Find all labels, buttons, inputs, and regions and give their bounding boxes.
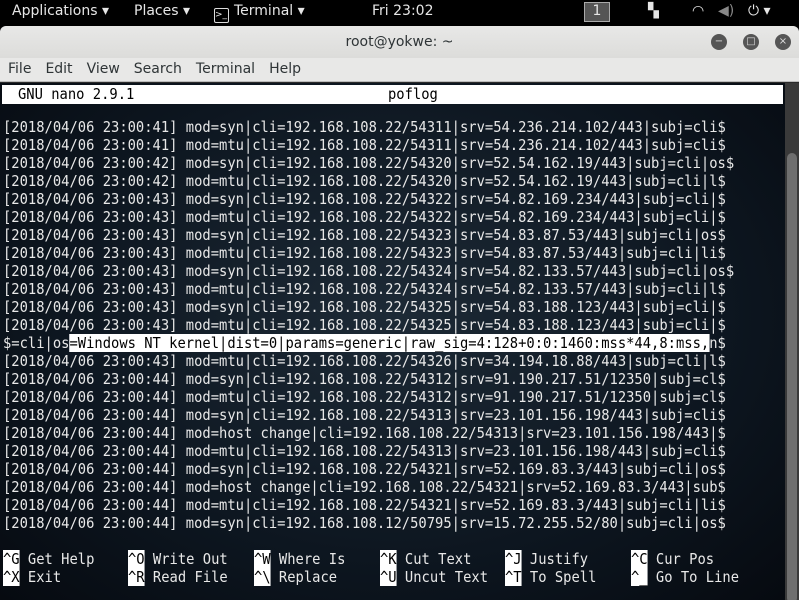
shortcut-label: Read File: [152, 568, 228, 586]
minimize-button[interactable]: −: [711, 34, 727, 50]
log-line: [2018/04/06 23:00:41] mod=mtu|cli=192.16…: [3, 136, 726, 154]
terminal-icon: >_: [214, 8, 229, 23]
shortcut-item[interactable]: ^C Cur Pos: [631, 550, 714, 568]
log-line: [2018/04/06 23:00:43] mod=syn|cli=192.16…: [3, 226, 726, 244]
log-line: [2018/04/06 23:00:43] mod=mtu|cli=192.16…: [3, 316, 726, 334]
selected-text[interactable]: =Windows NT kernel|dist=0|params=generic…: [69, 334, 709, 352]
shortcut-key: ^R: [128, 568, 145, 586]
shortcut-key: ^J: [505, 550, 522, 568]
wifi-icon[interactable]: ◠: [692, 3, 704, 19]
shortcut-key: ^U: [380, 568, 397, 586]
shortcut-item[interactable]: ^T To Spell: [505, 568, 596, 586]
log-line: [2018/04/06 23:00:44] mod=syn|cli=192.16…: [3, 370, 726, 388]
line-prefix: $=cli|os: [3, 334, 70, 352]
log-line: [2018/04/06 23:00:44] mod=host change|cl…: [3, 478, 726, 496]
menu-edit[interactable]: Edit: [37, 58, 78, 77]
log-line: [2018/04/06 23:00:44] mod=host change|cl…: [3, 424, 726, 442]
maximize-button[interactable]: □: [743, 34, 759, 50]
places-menu[interactable]: Places ▾: [134, 3, 190, 19]
shortcut-item[interactable]: ^_ Go To Line: [631, 568, 739, 586]
shortcut-item[interactable]: ^W Where Is: [254, 550, 345, 568]
log-line: [2018/04/06 23:00:44] mod=syn|cli=192.16…: [3, 406, 726, 424]
log-line: [2018/04/06 23:00:43] mod=mtu|cli=192.16…: [3, 280, 726, 298]
log-line: [2018/04/06 23:00:42] mod=syn|cli=192.16…: [3, 154, 735, 172]
shortcut-key: ^W: [254, 550, 271, 568]
log-line: [2018/04/06 23:00:43] mod=syn|cli=192.16…: [3, 298, 726, 316]
shortcut-key: ^\: [254, 568, 271, 586]
shortcut-key: ^X: [3, 568, 20, 586]
shortcut-item[interactable]: ^G Get Help: [3, 550, 94, 568]
shortcut-item[interactable]: ^X Exit: [3, 568, 61, 586]
log-line: [2018/04/06 23:00:44] mod=mtu|cli=192.16…: [3, 388, 726, 406]
shortcut-item[interactable]: ^J Justify: [505, 550, 588, 568]
scrollbar-thumb[interactable]: [787, 153, 797, 600]
log-line: [2018/04/06 23:00:41] mod=syn|cli=192.16…: [3, 118, 726, 136]
log-line: [2018/04/06 23:00:42] mod=mtu|cli=192.16…: [3, 172, 726, 190]
terminal-window: root@yokwe: ~ − □ × File Edit View Search Te…: [0, 26, 799, 600]
shortcut-label: Where Is: [278, 550, 346, 568]
menu-terminal[interactable]: Terminal: [188, 58, 261, 77]
terminal-app-label: Terminal ▾: [234, 3, 305, 19]
volume-icon[interactable]: ◀): [718, 3, 734, 19]
terminal-app-menu[interactable]: >_ Terminal ▾: [214, 3, 305, 23]
shortcut-item[interactable]: ^O Write Out: [128, 550, 228, 568]
nano-version: GNU nano 2.9.1: [18, 85, 135, 103]
power-icon[interactable]: ⏻ ▾: [748, 3, 771, 19]
shortcut-key: ^T: [505, 568, 522, 586]
log-line-highlighted: $=cli|os=Windows NT kernel|dist=0|params…: [3, 334, 726, 352]
line-suffix: n$: [709, 334, 726, 352]
log-line: [2018/04/06 23:00:44] mod=syn|cli=192.16…: [3, 460, 726, 478]
workspace-indicator[interactable]: 1: [584, 2, 610, 22]
shortcut-key: ^K: [380, 550, 397, 568]
shortcut-key: ^C: [631, 550, 648, 568]
shortcut-item[interactable]: ^\ Replace: [254, 568, 337, 586]
log-line: [2018/04/06 23:00:44] mod=syn|cli=192.16…: [3, 514, 726, 532]
title-bar: root@yokwe: ~ − □ ×: [0, 26, 799, 58]
clock[interactable]: Fri 23:02: [372, 3, 433, 19]
shortcut-key: ^_: [631, 568, 648, 586]
shortcut-key: ^G: [3, 550, 20, 568]
top-panel: Applications ▾ Places ▾ >_ Terminal ▾ Fri…: [0, 0, 799, 24]
shortcut-label: Exit: [27, 568, 62, 586]
nano-header: GNU nano 2.9.1 poflog: [2, 85, 783, 104]
close-button[interactable]: ×: [775, 34, 791, 50]
shortcut-item[interactable]: ^U Uncut Text: [380, 568, 488, 586]
nano-filename: poflog: [388, 85, 438, 103]
menu-view[interactable]: View: [79, 58, 126, 77]
log-line: [2018/04/06 23:00:43] mod=mtu|cli=192.16…: [3, 208, 726, 226]
shortcut-label: Cut Text: [404, 550, 472, 568]
shortcut-label: Get Help: [27, 550, 95, 568]
menu-help[interactable]: Help: [261, 58, 307, 77]
shortcut-label: To Spell: [529, 568, 597, 586]
shortcut-label: Write Out: [152, 550, 228, 568]
log-line: [2018/04/06 23:00:43] mod=syn|cli=192.16…: [3, 262, 735, 280]
shortcut-item[interactable]: ^K Cut Text: [380, 550, 471, 568]
applications-menu[interactable]: Applications ▾: [12, 3, 109, 19]
log-line: [2018/04/06 23:00:43] mod=syn|cli=192.16…: [3, 190, 726, 208]
log-line: [2018/04/06 23:00:44] mod=mtu|cli=192.16…: [3, 442, 726, 460]
log-line: [2018/04/06 23:00:43] mod=mtu|cli=192.16…: [3, 244, 726, 262]
scrollbar[interactable]: [785, 83, 799, 600]
menu-file[interactable]: File: [0, 58, 37, 77]
window-title: root@yokwe: ~: [345, 34, 454, 50]
menu-search[interactable]: Search: [126, 58, 188, 77]
log-line: [2018/04/06 23:00:44] mod=mtu|cli=192.16…: [3, 496, 726, 514]
shortcut-label: Justify: [529, 550, 589, 568]
shortcut-label: Uncut Text: [404, 568, 489, 586]
video-icon[interactable]: ▚: [648, 3, 659, 19]
shortcut-label: Replace: [278, 568, 338, 586]
terminal-content[interactable]: GNU nano 2.9.1 poflog [2018/04/06 23:00:4…: [0, 83, 785, 600]
shortcut-label: Go To Line: [655, 568, 740, 586]
shortcut-item[interactable]: ^R Read File: [128, 568, 228, 586]
shortcut-key: ^O: [128, 550, 145, 568]
menu-bar: File Edit View Search Terminal Help: [0, 58, 799, 82]
shortcut-label: Cur Pos: [655, 550, 715, 568]
log-line: [2018/04/06 23:00:43] mod=mtu|cli=192.16…: [3, 352, 726, 370]
